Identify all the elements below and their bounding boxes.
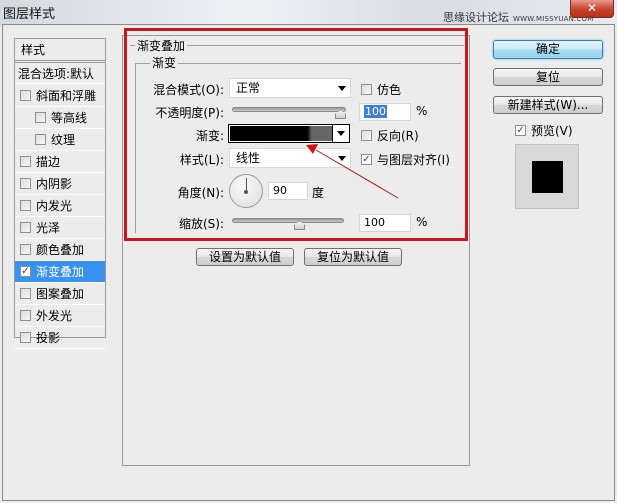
style-list-item[interactable]: 外发光 (15, 305, 105, 327)
style-list-item[interactable]: 等高线 (15, 107, 105, 129)
checkbox-icon[interactable] (20, 310, 31, 321)
style-list-item-label: 纹理 (51, 133, 76, 147)
checkbox-icon[interactable] (20, 332, 31, 343)
close-icon: ✕ (586, 1, 598, 15)
checkbox-icon[interactable]: ✓ (20, 266, 31, 277)
checkbox-icon[interactable] (20, 288, 31, 299)
style-list-item-label: 渐变叠加 (36, 265, 85, 279)
style-list-item-label: 斜面和浮雕 (36, 89, 97, 103)
style-list-item-label: 颜色叠加 (36, 243, 85, 257)
style-list-item[interactable]: 图案叠加 (15, 283, 105, 305)
style-list-item[interactable]: 斜面和浮雕 (15, 85, 105, 107)
style-list-header[interactable]: 样式 (15, 39, 105, 61)
watermark-cn: 思缘设计论坛 (443, 11, 509, 24)
style-list-item[interactable]: 投影 (15, 327, 105, 349)
reset-button[interactable]: 复位 (493, 68, 603, 86)
blend-options-item[interactable]: 混合选项:默认 (15, 62, 105, 84)
style-list-item[interactable]: 颜色叠加 (15, 239, 105, 261)
checkbox-icon[interactable] (20, 178, 31, 189)
close-button[interactable]: ✕ (570, 0, 614, 18)
style-list-item-label: 等高线 (51, 111, 88, 125)
checkbox-icon[interactable] (20, 222, 31, 233)
style-list-item-label: 图案叠加 (36, 287, 85, 301)
highlight-annotation-box (124, 28, 468, 241)
ok-button[interactable]: 确定 (493, 40, 603, 59)
checkbox-icon[interactable] (20, 244, 31, 255)
new-style-button[interactable]: 新建样式(W)... (493, 96, 603, 114)
style-list-item-label: 外发光 (36, 309, 73, 323)
style-list-item-label: 内发光 (36, 199, 73, 213)
make-default-button[interactable]: 设置为默认值 (196, 248, 294, 266)
style-list-item[interactable]: 内阴影 (15, 173, 105, 195)
style-list-header-label: 样式 (21, 43, 46, 57)
style-list-item[interactable]: ✓ 渐变叠加 (15, 261, 105, 283)
preview-check-icon: ✓ (515, 125, 526, 136)
style-list-item[interactable]: 描边 (15, 151, 105, 173)
checkbox-icon[interactable] (35, 112, 46, 123)
preview-label: 预览(V) (531, 124, 573, 138)
style-list-item-label: 光泽 (36, 221, 61, 235)
blend-options-label: 混合选项:默认 (18, 66, 95, 81)
style-list-item-label: 内阴影 (36, 177, 73, 191)
style-preview (515, 144, 579, 209)
style-list: 样式 混合选项:默认 斜面和浮雕等高线纹理描边内阴影内发光光泽颜色叠加 ✓ 渐变叠加… (14, 38, 106, 349)
checkbox-icon[interactable] (35, 134, 46, 145)
checkbox-icon[interactable] (20, 90, 31, 101)
style-list-item[interactable]: 纹理 (15, 129, 105, 151)
checkbox-icon[interactable] (20, 200, 31, 211)
reset-default-button[interactable]: 复位为默认值 (304, 248, 402, 266)
window-title: 图层样式 (3, 7, 56, 22)
preview-swatch (532, 161, 563, 193)
checkbox-icon[interactable] (20, 156, 31, 167)
style-list-item-label: 描边 (36, 155, 61, 169)
style-list-item[interactable]: 光泽 (15, 217, 105, 239)
preview-checkbox[interactable]: ✓ 预览(V) (515, 122, 573, 139)
style-list-item-label: 投影 (36, 331, 61, 345)
style-list-item[interactable]: 内发光 (15, 195, 105, 217)
